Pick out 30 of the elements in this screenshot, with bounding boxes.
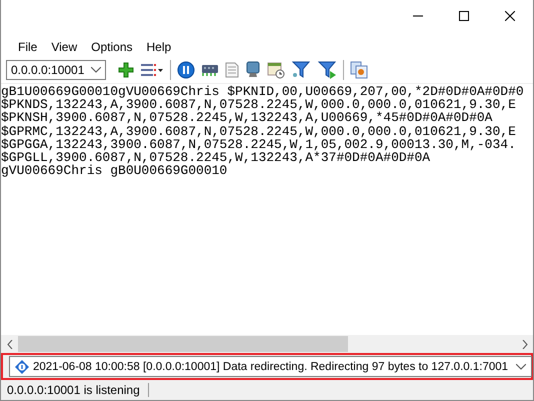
address-dropdown[interactable]: 0.0.0.0:10001 xyxy=(6,60,106,80)
status-text: 0.0.0.0:10001 is listening xyxy=(7,383,149,397)
caret-icon[interactable] xyxy=(516,364,526,370)
menu-item[interactable]: View xyxy=(44,38,84,56)
info-icon xyxy=(15,360,29,374)
log-dropdown[interactable]: 2021-06-08 10:00:58 [0.0.0.0:10001] Data redirecting. Redirecting 97 bytes to 127.0.0.1:7001 xyxy=(9,356,532,377)
output-line: $GPRMC,132243,A,3900.6087,N,07528.2245,W,000.0,000.0,010621,9.30,E xyxy=(1,124,516,138)
output-line: $PKNSH,3900.6087,N,07528.2245,W,132243,A,U00669,*45#0D#0A#0D#0A xyxy=(1,111,492,125)
calendar-clock-icon[interactable] xyxy=(267,61,285,79)
copy-icon[interactable] xyxy=(350,61,368,79)
maximize-icon[interactable] xyxy=(459,11,469,21)
filter-icon[interactable] xyxy=(291,61,311,79)
caret-icon[interactable] xyxy=(91,67,101,73)
menu-item[interactable]: File xyxy=(11,38,44,56)
output-line: $PKNDS,132243,A,3900.6087,N,07528.2245,W,000.0,000.0,010621,9.30,E xyxy=(1,98,516,112)
horizontal-scrollbar[interactable] xyxy=(1,335,533,353)
output-line: $GPGLL,3900.6087,N,07528.2245,W,132243,A*37#0D#0A#0D#0A xyxy=(1,151,430,164)
document-icon[interactable] xyxy=(225,62,239,78)
menu-item[interactable]: Options xyxy=(84,38,140,56)
menu-item[interactable]: Help xyxy=(140,38,178,56)
output-line: gB1U00669G00010gVU00669Chris $PKNID,00,U00669,207,00,*2D#0D#0A#0D#0 xyxy=(1,85,524,98)
output-line: gVU00669Chris gB0U00669G00010 xyxy=(1,164,228,178)
close-icon[interactable] xyxy=(505,11,515,21)
filter-play-icon[interactable] xyxy=(317,61,337,79)
serial-port-icon[interactable] xyxy=(201,62,219,78)
monitor-icon[interactable] xyxy=(245,61,261,79)
list-dropdown-icon[interactable] xyxy=(140,62,164,78)
output-line: $GPGGA,132243,3900.6087,N,07528.2245,W,1,05,002.9,00013.30,M,-034. xyxy=(1,138,516,152)
pause-icon[interactable] xyxy=(177,61,195,79)
plus-icon[interactable] xyxy=(118,62,134,78)
